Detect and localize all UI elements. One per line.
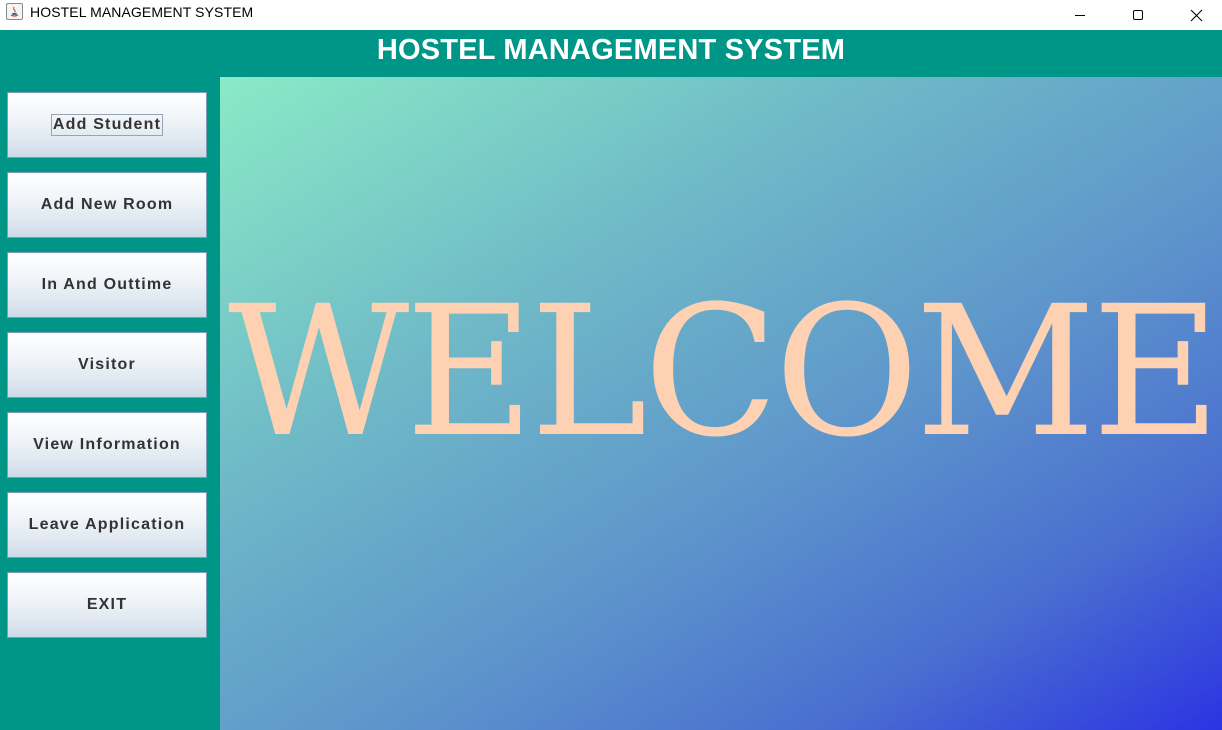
in-and-outtime-label: In And Outtime <box>41 276 173 293</box>
welcome-panel: WELCOME! <box>220 77 1222 730</box>
close-button[interactable] <box>1167 0 1222 30</box>
add-student-button[interactable]: Add Student <box>7 92 207 158</box>
add-new-room-button[interactable]: Add New Room <box>7 172 207 238</box>
leave-application-label: Leave Application <box>28 516 186 533</box>
app-header: HOSTEL MANAGEMENT SYSTEM <box>0 30 1222 77</box>
page-title: HOSTEL MANAGEMENT SYSTEM <box>376 34 846 66</box>
add-student-label: Add Student <box>50 114 164 136</box>
view-information-button[interactable]: View Information <box>7 412 207 478</box>
window-title: HOSTEL MANAGEMENT SYSTEM <box>30 4 254 20</box>
maximize-icon <box>1133 10 1143 20</box>
minimize-icon <box>1075 15 1085 16</box>
in-and-outtime-button[interactable]: In And Outtime <box>7 252 207 318</box>
maximize-button[interactable] <box>1109 0 1167 30</box>
close-icon <box>1190 9 1202 21</box>
leave-application-button[interactable]: Leave Application <box>7 492 207 558</box>
visitor-button[interactable]: Visitor <box>7 332 207 398</box>
add-new-room-label: Add New Room <box>40 196 174 213</box>
java-icon <box>6 3 23 20</box>
exit-label: EXIT <box>86 596 128 613</box>
view-information-label: View Information <box>33 436 181 453</box>
welcome-text: WELCOME! <box>228 268 1222 477</box>
visitor-label: Visitor <box>78 356 136 373</box>
exit-button[interactable]: EXIT <box>7 572 207 638</box>
minimize-button[interactable] <box>1051 0 1109 30</box>
sidebar: Add Student Add New Room In And Outtime … <box>0 77 220 730</box>
window-title-bar: HOSTEL MANAGEMENT SYSTEM <box>0 0 1222 30</box>
